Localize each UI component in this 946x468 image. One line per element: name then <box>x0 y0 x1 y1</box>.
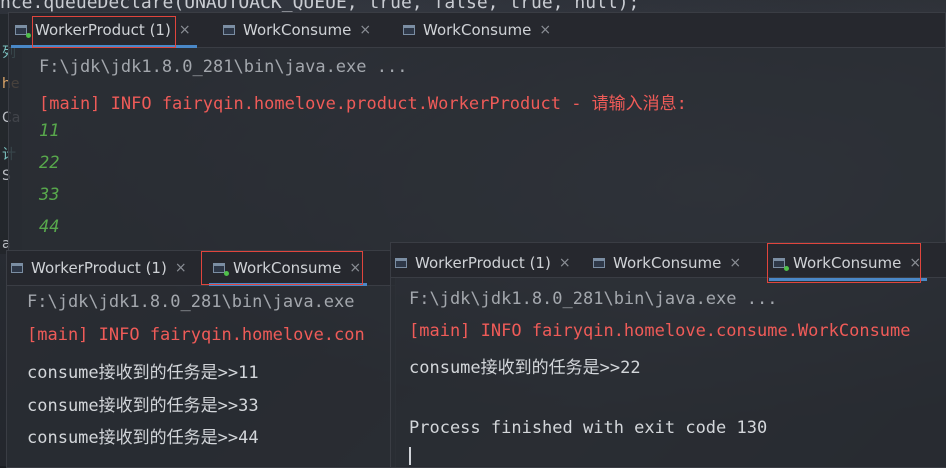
console-line-input: 33 <box>39 185 60 205</box>
console-line-info: [main] INFO fairyqin.homelove.product.Wo… <box>39 94 687 114</box>
console-icon <box>11 262 25 274</box>
tab-work-consume[interactable]: WorkConsume × <box>768 247 928 281</box>
close-icon[interactable]: × <box>349 260 361 276</box>
tab-work-consume[interactable]: WorkConsume × <box>223 14 371 46</box>
tab-bar: WorkerProduct (1) × WorkConsume × WorkCo… <box>391 243 946 283</box>
tab-label: WorkConsume <box>243 21 352 39</box>
console-icon <box>223 24 237 36</box>
console-line-command: F:\jdk\jdk1.8.0_281\bin\java.exe ... <box>39 57 408 77</box>
tab-work-consume[interactable]: WorkConsume × <box>403 14 551 46</box>
tab-label: WorkConsume <box>613 254 722 272</box>
console-panel-consumer-2: WorkerProduct (1) × WorkConsume × WorkCo… <box>390 242 946 468</box>
tab-label: WorkerProduct (1) <box>35 21 171 39</box>
tab-worker-product[interactable]: WorkerProduct (1) × <box>395 247 571 279</box>
close-icon[interactable]: × <box>359 22 371 38</box>
console-line-input: 22 <box>39 153 60 173</box>
close-icon[interactable]: × <box>729 255 741 271</box>
tab-bar: WorkerProduct (1) × WorkConsume × <box>7 251 395 286</box>
console-panel-consumer-1: WorkerProduct (1) × WorkConsume × F:\jdk… <box>6 250 396 468</box>
console-line-received: consume接收到的任务是>>33 <box>27 396 259 416</box>
console-icon <box>15 24 31 38</box>
console-icon <box>773 257 789 271</box>
tab-label: WorkerProduct (1) <box>31 259 167 277</box>
console-line-info: [main] INFO fairyqin.homelove.consume.Wo… <box>409 321 911 341</box>
tab-bar: WorkerProduct (1) × WorkConsume × WorkCo… <box>9 13 945 48</box>
tab-label: WorkConsume <box>793 254 902 272</box>
console-line-info: [main] INFO fairyqin.homelove.con <box>27 325 365 345</box>
console-line-received: consume接收到的任务是>>44 <box>27 428 259 448</box>
tab-label: WorkConsume <box>423 21 532 39</box>
console-icon <box>213 262 229 276</box>
console-panel-producer: WorkerProduct (1) × WorkConsume × WorkCo… <box>8 12 946 254</box>
tab-worker-product[interactable]: WorkerProduct (1) × <box>11 252 187 284</box>
console-line-received: consume接收到的任务是>>22 <box>409 358 641 378</box>
console-line-command: F:\jdk\jdk1.8.0_281\bin\java.exe <box>27 292 355 312</box>
tab-work-consume[interactable]: WorkConsume × <box>208 252 368 286</box>
console-line-received: consume接收到的任务是>>11 <box>27 363 259 383</box>
console-line-exit: Process finished with exit code 130 <box>409 418 768 438</box>
console-icon <box>395 257 409 269</box>
tab-work-consume[interactable]: WorkConsume × <box>593 247 741 279</box>
tab-label: WorkConsume <box>233 259 342 277</box>
close-icon[interactable]: × <box>539 22 551 38</box>
close-icon[interactable]: × <box>909 255 921 271</box>
console-line-input: 44 <box>39 217 60 237</box>
console-icon <box>593 257 607 269</box>
close-icon[interactable]: × <box>179 22 191 38</box>
console-line-input: 11 <box>39 121 60 141</box>
console-icon <box>403 24 417 36</box>
text-cursor <box>409 447 411 465</box>
tab-label: WorkerProduct (1) <box>415 254 551 272</box>
close-icon[interactable]: × <box>175 260 187 276</box>
tab-worker-product[interactable]: WorkerProduct (1) × <box>11 14 197 48</box>
console-line-command: F:\jdk\jdk1.8.0_281\bin\java.exe ... <box>409 289 778 309</box>
close-icon[interactable]: × <box>559 255 571 271</box>
